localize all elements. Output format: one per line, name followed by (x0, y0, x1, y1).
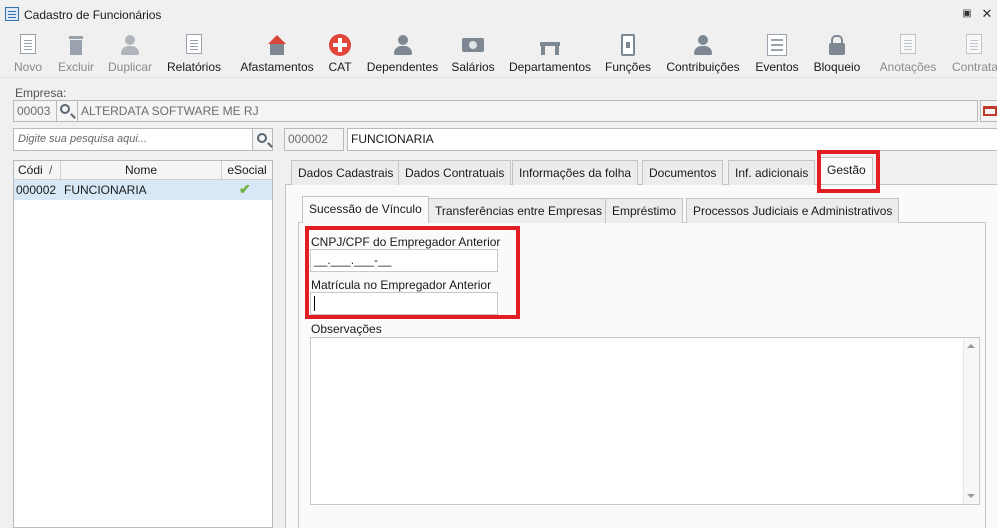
app-icon (5, 7, 19, 21)
search-button[interactable] (252, 128, 273, 151)
subtab-transferencias[interactable]: Transferências entre Empresas (428, 198, 609, 223)
tab-dados-cadastrais[interactable]: Dados Cadastrais (291, 160, 401, 185)
column-header-codigo[interactable]: Códi / (14, 161, 61, 180)
sort-icon: / (49, 163, 53, 177)
dependentes-label: Dependentes (366, 60, 439, 74)
subtab-processos[interactable]: Processos Judiciais e Administrativos (686, 198, 900, 223)
cat-label: CAT (328, 60, 352, 74)
column-header-esocial[interactable]: eSocial (222, 161, 272, 180)
column-header-nome[interactable]: Nome (61, 161, 222, 180)
people-icon (392, 34, 414, 56)
contrata-button[interactable]: Contrata (950, 32, 997, 76)
column-esocial-label: eSocial (227, 163, 267, 177)
novo-label: Novo (13, 60, 42, 74)
contribuicoes-label: Contribuições (666, 60, 740, 74)
excluir-label: Excluir (57, 60, 94, 74)
house-arrow-icon (266, 34, 288, 56)
restore-icon[interactable]: ▣ (961, 8, 973, 20)
observacoes-textarea[interactable] (310, 337, 980, 505)
employee-code-field[interactable]: 000002 (284, 128, 344, 151)
afastamentos-label: Afastamentos (240, 60, 314, 74)
trash-icon (65, 34, 87, 56)
bloqueio-button[interactable]: Bloqueio (810, 32, 864, 76)
departamentos-button[interactable]: Departamentos (506, 32, 594, 76)
list-icon (767, 34, 787, 56)
contract-icon (965, 34, 982, 54)
window-title: Cadastro de Funcionários (24, 8, 162, 22)
medical-cross-icon (329, 34, 351, 56)
salarios-button[interactable]: Salários (450, 32, 496, 76)
employee-name-field[interactable]: FUNCIONARIA (347, 128, 997, 151)
table-row[interactable]: 000002 FUNCIONARIA ✔ (14, 180, 272, 200)
gestao-highlight-box (817, 150, 880, 193)
eventos-label: Eventos (755, 60, 799, 74)
note-pen-icon (900, 34, 916, 54)
duplicar-label: Duplicar (107, 60, 152, 74)
desk-icon (539, 34, 561, 56)
badge-icon (621, 34, 635, 56)
tab-informacoes-folha[interactable]: Informações da folha (512, 160, 639, 185)
scroll-up-icon[interactable] (967, 344, 975, 348)
contribuicoes-button[interactable]: Contribuições (663, 32, 743, 76)
bloqueio-label: Bloqueio (813, 60, 861, 74)
dependentes-button[interactable]: Dependentes (365, 32, 440, 76)
lock-icon (826, 34, 848, 56)
column-nome-label: Nome (124, 163, 157, 177)
contrata-label: Contrata (952, 60, 997, 74)
departamentos-label: Departamentos (508, 60, 592, 74)
duplicate-people-icon (119, 34, 141, 56)
search-icon (60, 104, 70, 114)
new-doc-icon (20, 34, 36, 54)
empresa-search-button[interactable] (56, 100, 78, 122)
anotacoes-label: Anotações (879, 60, 937, 74)
novo-button[interactable]: Novo (8, 32, 48, 76)
grid-header: Códi / Nome eSocial (14, 161, 272, 180)
empresa-code-field[interactable]: 00003 (13, 100, 57, 122)
funcoes-button[interactable]: Funções (603, 32, 653, 76)
subtab-emprestimo[interactable]: Empréstimo (605, 198, 684, 223)
observacoes-scrollbar[interactable] (963, 338, 979, 504)
empresa-name-field[interactable]: ALTERDATA SOFTWARE ME RJ (77, 100, 978, 122)
money-icon (462, 38, 484, 52)
salarios-label: Salários (451, 60, 495, 74)
funcoes-label: Funções (604, 60, 652, 74)
search-icon (257, 133, 267, 143)
title-bar: Cadastro de Funcionários ▣ ✕ (0, 0, 997, 30)
afastamentos-button[interactable]: Afastamentos (237, 32, 317, 76)
subtab-sucessao-vinculo[interactable]: Sucessão de Vínculo (302, 196, 429, 223)
row-name: FUNCIONARIA (64, 183, 147, 197)
check-icon: ✔ (239, 181, 251, 197)
column-codigo-label: Códi (18, 163, 43, 177)
excluir-button[interactable]: Excluir (54, 32, 98, 76)
relatorios-label: Relatórios (166, 60, 222, 74)
toolbar: Novo Excluir Duplicar Relatórios Afastam… (0, 30, 997, 78)
observacoes-label: Observações (311, 322, 382, 336)
tab-inf-adicionais[interactable]: Inf. adicionais (728, 160, 816, 185)
tab-documentos[interactable]: Documentos (642, 160, 724, 185)
report-icon (186, 34, 202, 54)
row-code: 000002 (16, 183, 57, 197)
people-icon (692, 34, 714, 56)
tab-dados-contratuais[interactable]: Dados Contratuais (398, 160, 512, 185)
eventos-button[interactable]: Eventos (752, 32, 802, 76)
employee-grid: Códi / Nome eSocial 000002 FUNCIONARIA ✔ (13, 160, 273, 528)
relatorios-button[interactable]: Relatórios (165, 32, 223, 76)
close-icon[interactable]: ✕ (981, 7, 993, 20)
empresa-label: Empresa: (15, 86, 67, 100)
search-input[interactable]: Digite sua pesquisa aqui... (13, 128, 253, 151)
duplicar-button[interactable]: Duplicar (104, 32, 156, 76)
anotacoes-button[interactable]: Anotações (876, 32, 940, 76)
cat-button[interactable]: CAT (325, 32, 355, 76)
card-icon (983, 106, 997, 116)
fields-highlight-box (305, 226, 520, 319)
empresa-card-button[interactable] (980, 100, 997, 122)
scroll-down-icon[interactable] (967, 494, 975, 498)
